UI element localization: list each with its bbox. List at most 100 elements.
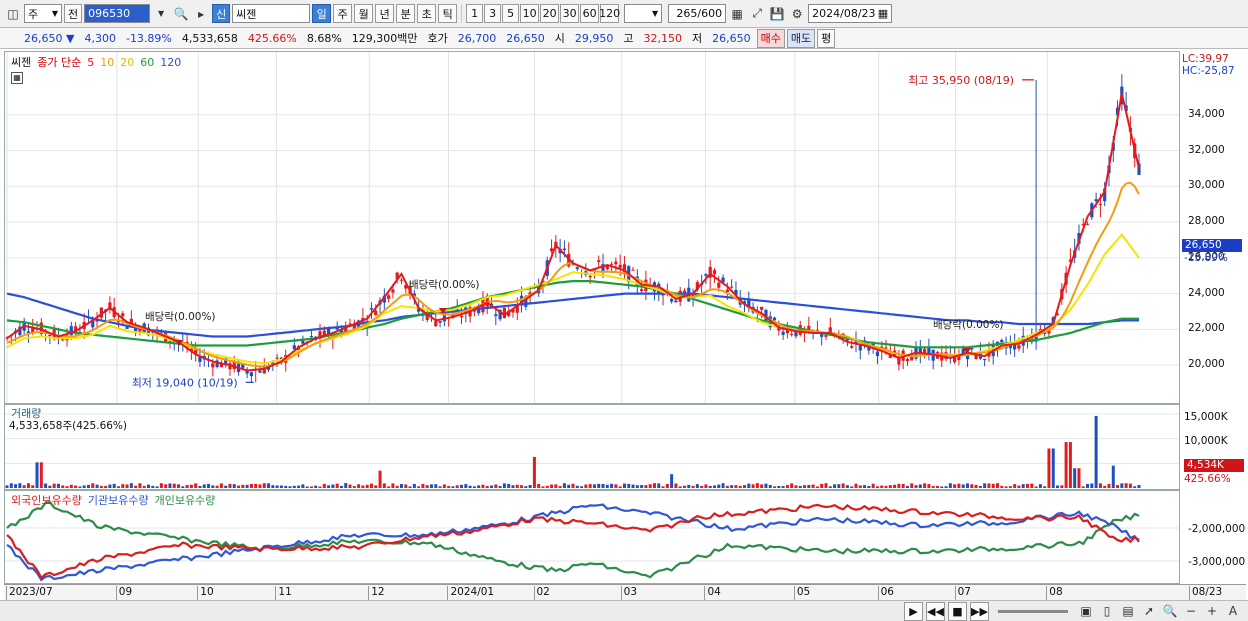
interval-input[interactable]: ▼ — [624, 4, 663, 23]
stock-code-input[interactable]: 096530 — [84, 4, 151, 23]
volume-bar — [584, 484, 588, 488]
tf-year-button[interactable]: 년 — [375, 4, 395, 23]
candle-icon[interactable]: ▦ — [728, 4, 746, 23]
volume-bar — [39, 462, 43, 488]
ma10-line — [6, 181, 1140, 368]
volume-bar — [905, 485, 909, 488]
tf-tick-button[interactable]: 틱 — [438, 4, 458, 23]
volume-bar — [974, 484, 978, 488]
volume-bar — [1098, 483, 1102, 488]
print-icon[interactable]: ▤ — [1119, 602, 1137, 621]
layout-icon[interactable]: ▣ — [1077, 602, 1095, 621]
candle-body — [614, 261, 618, 265]
copy-icon[interactable]: ▯ — [1098, 602, 1116, 621]
fast-forward-icon[interactable]: ▶▶ — [970, 601, 989, 621]
zoom-slider[interactable] — [998, 609, 1068, 613]
interval-3-button[interactable]: 3 — [484, 4, 502, 23]
volume-bar — [61, 485, 65, 488]
dividend-annotation: 배당락(0.00%) — [933, 319, 1004, 331]
volume-bar — [721, 483, 725, 488]
volume-bar — [794, 485, 798, 488]
interval-30-button[interactable]: 30 — [560, 4, 580, 23]
volume-bar — [237, 485, 241, 488]
interval-120-button[interactable]: 120 — [599, 4, 620, 23]
new-badge: 신 — [212, 4, 231, 23]
volume-bar — [880, 485, 884, 488]
volume-bar — [177, 484, 181, 488]
volume-bar — [451, 486, 455, 488]
volume-bar — [1137, 484, 1141, 488]
volume-bar — [1051, 448, 1055, 488]
scroll-right-icon[interactable]: ▶ — [904, 601, 923, 621]
period-select[interactable]: 주 ▼ — [24, 4, 62, 23]
individual-legend: 개인보유수량 — [154, 494, 216, 507]
tf-day-button[interactable]: 일 — [312, 4, 332, 23]
volume-bar — [614, 484, 618, 488]
tf-week-button[interactable]: 주 — [333, 4, 353, 23]
volume-bar — [121, 484, 125, 488]
count-field[interactable]: 265/600 — [668, 4, 727, 23]
candle-body — [674, 300, 678, 303]
tf-minute-button[interactable]: 분 — [396, 4, 416, 23]
volume-bar — [164, 484, 168, 488]
ma5-legend: 5 — [87, 55, 95, 69]
candle-body — [258, 370, 262, 373]
date-field[interactable]: 2024/08/23 ▦ — [808, 4, 893, 23]
price-tick: 24,000 — [1188, 286, 1225, 299]
font-size-icon[interactable]: A — [1224, 602, 1242, 621]
gear-icon[interactable]: ⚙ — [788, 4, 806, 23]
trend-icon[interactable]: ➚ — [1140, 602, 1158, 621]
volume-bar — [464, 484, 468, 488]
volume-bar — [442, 484, 446, 488]
chart-settings-icon[interactable]: ◫ — [4, 4, 22, 23]
volume-bar — [391, 483, 395, 488]
candle-body — [730, 286, 734, 288]
interval-10-button[interactable]: 10 — [520, 4, 540, 23]
magnifier-icon[interactable]: 🔍 — [1161, 602, 1179, 621]
volume-chart[interactable] — [5, 405, 1179, 489]
volume-bar — [1004, 486, 1008, 488]
volume-bar — [760, 484, 764, 488]
candle-body — [125, 327, 129, 329]
volume-bar — [279, 485, 283, 488]
volume-bar — [601, 483, 605, 488]
price-chart[interactable]: 최고 35,950 (08/19) 최저 19,040 (10/19) 배당락(0.… — [5, 52, 1179, 403]
speaker-icon[interactable]: ▸ — [192, 4, 210, 23]
save-icon[interactable]: 💾 — [768, 4, 786, 23]
volume-bar — [292, 485, 296, 488]
plus-icon[interactable]: + — [1203, 602, 1221, 621]
volume-bar — [352, 486, 356, 488]
stop-icon[interactable]: ■ — [948, 601, 967, 621]
draw-line-icon[interactable]: ⤢ — [748, 4, 766, 23]
volume-bar — [567, 484, 571, 488]
candle-body — [631, 269, 635, 271]
sell-button[interactable]: 매도 — [786, 28, 816, 48]
volume-bar — [541, 486, 545, 488]
buy-button[interactable]: 매수 — [756, 28, 785, 48]
turnover-value: 8.68% — [306, 31, 342, 45]
search-icon[interactable]: 🔍 — [172, 4, 190, 23]
candle-body — [588, 275, 592, 278]
volume-bar — [142, 485, 146, 488]
grid-toggle-icon[interactable]: ▦ — [11, 72, 23, 84]
candle-body — [562, 248, 567, 251]
volume-bar — [262, 483, 266, 488]
eval-button[interactable]: 평 — [817, 28, 836, 48]
candle-body — [1098, 203, 1103, 205]
interval-20-button[interactable]: 20 — [540, 4, 560, 23]
rewind-icon[interactable]: ◀◀ — [926, 601, 945, 621]
interval-1-button[interactable]: 1 — [466, 4, 484, 23]
volume-bar — [948, 483, 952, 488]
chevron-down-icon[interactable]: ▼ — [152, 4, 170, 23]
ma10-legend: 10 — [100, 55, 115, 69]
tf-month-button[interactable]: 월 — [354, 4, 374, 23]
volume-bar — [309, 486, 313, 488]
interval-60-button[interactable]: 60 — [580, 4, 600, 23]
volume-bar — [1090, 483, 1094, 488]
prev-button[interactable]: 전 — [64, 4, 83, 23]
candle-body — [875, 351, 880, 356]
stock-name-field[interactable]: 씨젠 — [232, 4, 311, 23]
tf-second-button[interactable]: 초 — [417, 4, 437, 23]
interval-5-button[interactable]: 5 — [502, 4, 520, 23]
minus-icon[interactable]: − — [1182, 602, 1200, 621]
